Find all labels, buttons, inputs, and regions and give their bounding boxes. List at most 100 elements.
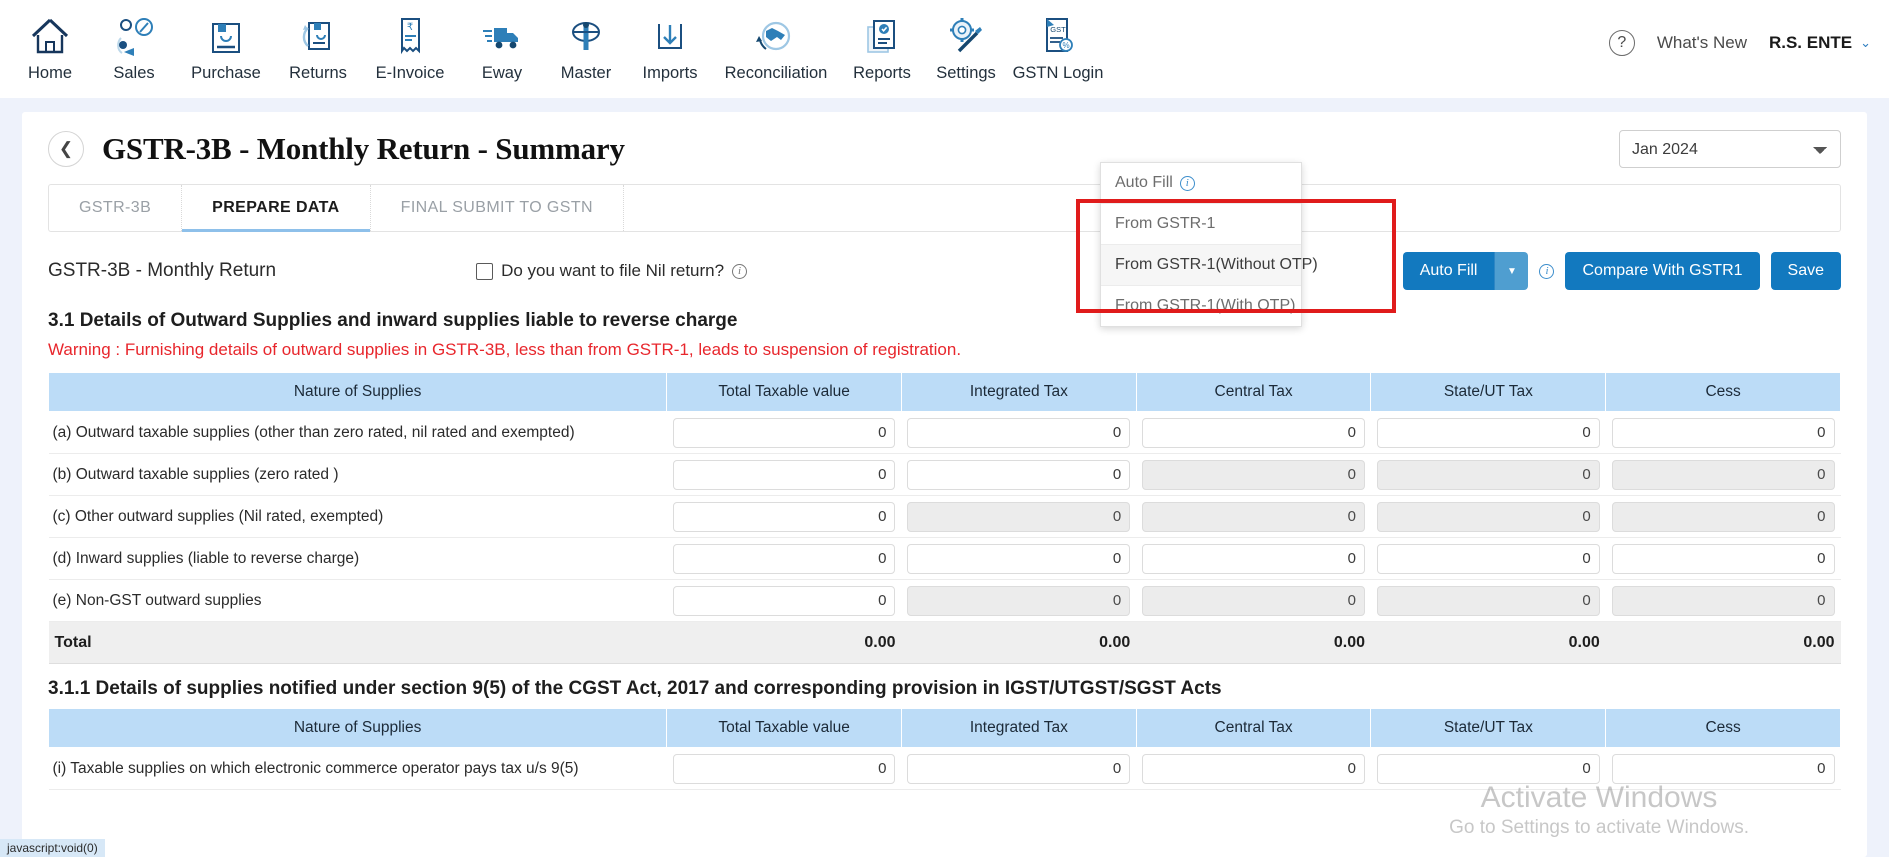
auto-fill-dropdown-menu[interactable]: Auto Fill i From GSTR-1 From GSTR-1(Without…	[1100, 162, 1318, 327]
column-header: Nature of Supplies	[47, 708, 668, 748]
dropdown-item-from-gstr-1[interactable]: From GSTR-1	[1101, 204, 1301, 245]
whats-new-link[interactable]: What's New	[1657, 33, 1747, 53]
tab-prepare-data[interactable]: PREPARE DATA	[182, 185, 371, 232]
amount-input[interactable]	[672, 417, 896, 448]
amount-input[interactable]	[1376, 543, 1600, 574]
amount-cell	[1136, 579, 1371, 622]
amount-cell	[1370, 537, 1606, 580]
amount-input[interactable]	[672, 585, 896, 616]
amount-input[interactable]	[907, 543, 1131, 574]
amount-input	[1376, 501, 1600, 532]
period-select[interactable]: Jan 2024	[1619, 130, 1841, 168]
amount-input[interactable]	[1376, 753, 1600, 784]
amount-cell	[666, 579, 902, 622]
tab-final-submit-to-gstn[interactable]: FINAL SUBMIT TO GSTN	[371, 185, 624, 231]
amount-cell	[1605, 537, 1841, 580]
section-3-1-warning: Warning : Furnishing details of outward …	[48, 340, 962, 359]
tab-gstr-3b[interactable]: GSTR-3B	[49, 185, 183, 231]
dropdown-item-from-gstr-1-with-otp-[interactable]: From GSTR-1(With OTP)	[1101, 286, 1301, 326]
amount-cell	[1370, 747, 1606, 790]
info-icon[interactable]: i	[1179, 175, 1195, 191]
amount-input	[1142, 501, 1365, 532]
nav-item-label: Purchase	[191, 64, 261, 82]
chevron-left-icon[interactable]: ❮	[48, 131, 84, 167]
amount-input[interactable]	[1611, 543, 1835, 574]
nil-return-label: Do you want to file Nil return?	[501, 261, 725, 280]
dropdown-item-label: From GSTR-1(With OTP)	[1115, 297, 1296, 314]
nav-item-e-invoice[interactable]: ₹ E-Invoice	[360, 0, 460, 83]
column-header: Cess	[1605, 708, 1841, 748]
page-header: ❮ GSTR-3B - Monthly Return - Summary Jan…	[22, 112, 1867, 178]
nav-item-imports[interactable]: Imports	[628, 0, 712, 83]
nav-item-eway[interactable]: Eway	[460, 0, 544, 83]
nav-item-reconciliation[interactable]: Reconciliation	[712, 0, 840, 83]
table-row: (d) Inward supplies (liable to reverse c…	[48, 537, 1841, 580]
page-title: GSTR-3B - Monthly Return - Summary	[102, 131, 625, 166]
home-icon	[29, 10, 71, 62]
amount-input	[1611, 585, 1835, 616]
ecommerce-supplies-table: Nature of Supplies Total Taxable value Int…	[47, 708, 1841, 790]
nav-item-label: Settings	[936, 64, 996, 82]
amount-input[interactable]	[1376, 417, 1600, 448]
dropdown-item-auto-fill[interactable]: Auto Fill i	[1101, 163, 1301, 204]
amount-input[interactable]	[907, 753, 1131, 784]
svg-text:₹: ₹	[407, 22, 413, 33]
amount-cell	[1605, 411, 1841, 454]
amount-cell	[666, 495, 902, 538]
amount-input[interactable]	[672, 501, 896, 532]
amount-input[interactable]	[1611, 753, 1835, 784]
top-navigation-bar: Home Sales Purchase Returns ₹ E-Invoice Eway Ma…	[0, 0, 1889, 98]
nil-return-checkbox[interactable]	[476, 262, 494, 280]
outward-supplies-table: Nature of Supplies Total Taxable value Int…	[47, 372, 1841, 664]
save-button[interactable]: Save	[1770, 252, 1841, 290]
amount-input[interactable]	[1142, 417, 1365, 448]
amount-input[interactable]	[907, 459, 1131, 490]
table-header-row: Nature of Supplies Total Taxable value Int…	[47, 708, 1841, 748]
nav-item-settings[interactable]: Settings	[924, 0, 1008, 83]
amount-cell	[901, 495, 1137, 538]
tab-label: FINAL SUBMIT TO GSTN	[400, 199, 593, 216]
nav-item-gstn-login[interactable]: GST% GSTN Login	[1008, 0, 1108, 83]
amount-input[interactable]	[907, 417, 1131, 448]
nav-item-label: GSTN Login	[1012, 64, 1104, 82]
amount-cell	[901, 411, 1137, 454]
auto-fill-caret-button[interactable]: ▼	[1494, 252, 1529, 290]
amount-input	[907, 501, 1131, 532]
dropdown-item-from-gstr-1-without-otp-[interactable]: From GSTR-1(Without OTP)	[1101, 245, 1318, 286]
amount-input[interactable]	[1611, 417, 1835, 448]
nature-of-supplies-cell: (b) Outward taxable supplies (zero rated…	[48, 453, 667, 496]
section-3-1: 3.1 Details of Outward Supplies and inwa…	[22, 310, 1867, 664]
compare-with-gstr1-button[interactable]: Compare With GSTR1	[1565, 252, 1760, 290]
page-wrapper: ❮ GSTR-3B - Monthly Return - Summary Jan…	[0, 98, 1889, 857]
auto-fill-button[interactable]: Auto Fill	[1402, 252, 1495, 290]
auto-fill-split-button: Auto Fill ▼	[1402, 252, 1529, 290]
amount-cell	[1136, 453, 1371, 496]
svg-text:%: %	[1062, 41, 1069, 50]
column-header: Integrated Tax	[900, 708, 1137, 748]
nil-return-info-icon[interactable]: i	[732, 263, 748, 279]
purchase-icon	[206, 10, 246, 62]
amount-cell	[1605, 453, 1841, 496]
amount-cell	[1370, 453, 1606, 496]
nav-item-purchase[interactable]: Purchase	[176, 0, 276, 83]
nav-item-home[interactable]: Home	[8, 0, 92, 83]
amount-input[interactable]	[1142, 543, 1365, 574]
amount-input[interactable]	[672, 543, 896, 574]
user-menu[interactable]: R.S. ENTE ⌄	[1769, 33, 1871, 53]
column-header: State/UT Tax	[1370, 372, 1607, 412]
nav-item-sales[interactable]: Sales	[92, 0, 176, 83]
amount-input[interactable]	[672, 753, 896, 784]
column-header: Total Taxable value	[666, 372, 902, 412]
auto-fill-info-icon[interactable]: i	[1539, 263, 1555, 279]
table-row: (b) Outward taxable supplies (zero rated…	[48, 453, 1841, 496]
amount-input[interactable]	[1142, 753, 1365, 784]
nav-item-label: Home	[27, 64, 72, 82]
nav-item-master[interactable]: Master	[544, 0, 628, 83]
master-icon	[564, 10, 608, 62]
nav-item-returns[interactable]: Returns	[276, 0, 360, 83]
table-row: (a) Outward taxable supplies (other than…	[48, 411, 1841, 454]
nav-item-reports[interactable]: Reports	[840, 0, 924, 83]
question-mark-icon[interactable]: ?	[1608, 30, 1635, 56]
amount-input[interactable]	[672, 459, 896, 490]
amount-input	[1376, 459, 1600, 490]
